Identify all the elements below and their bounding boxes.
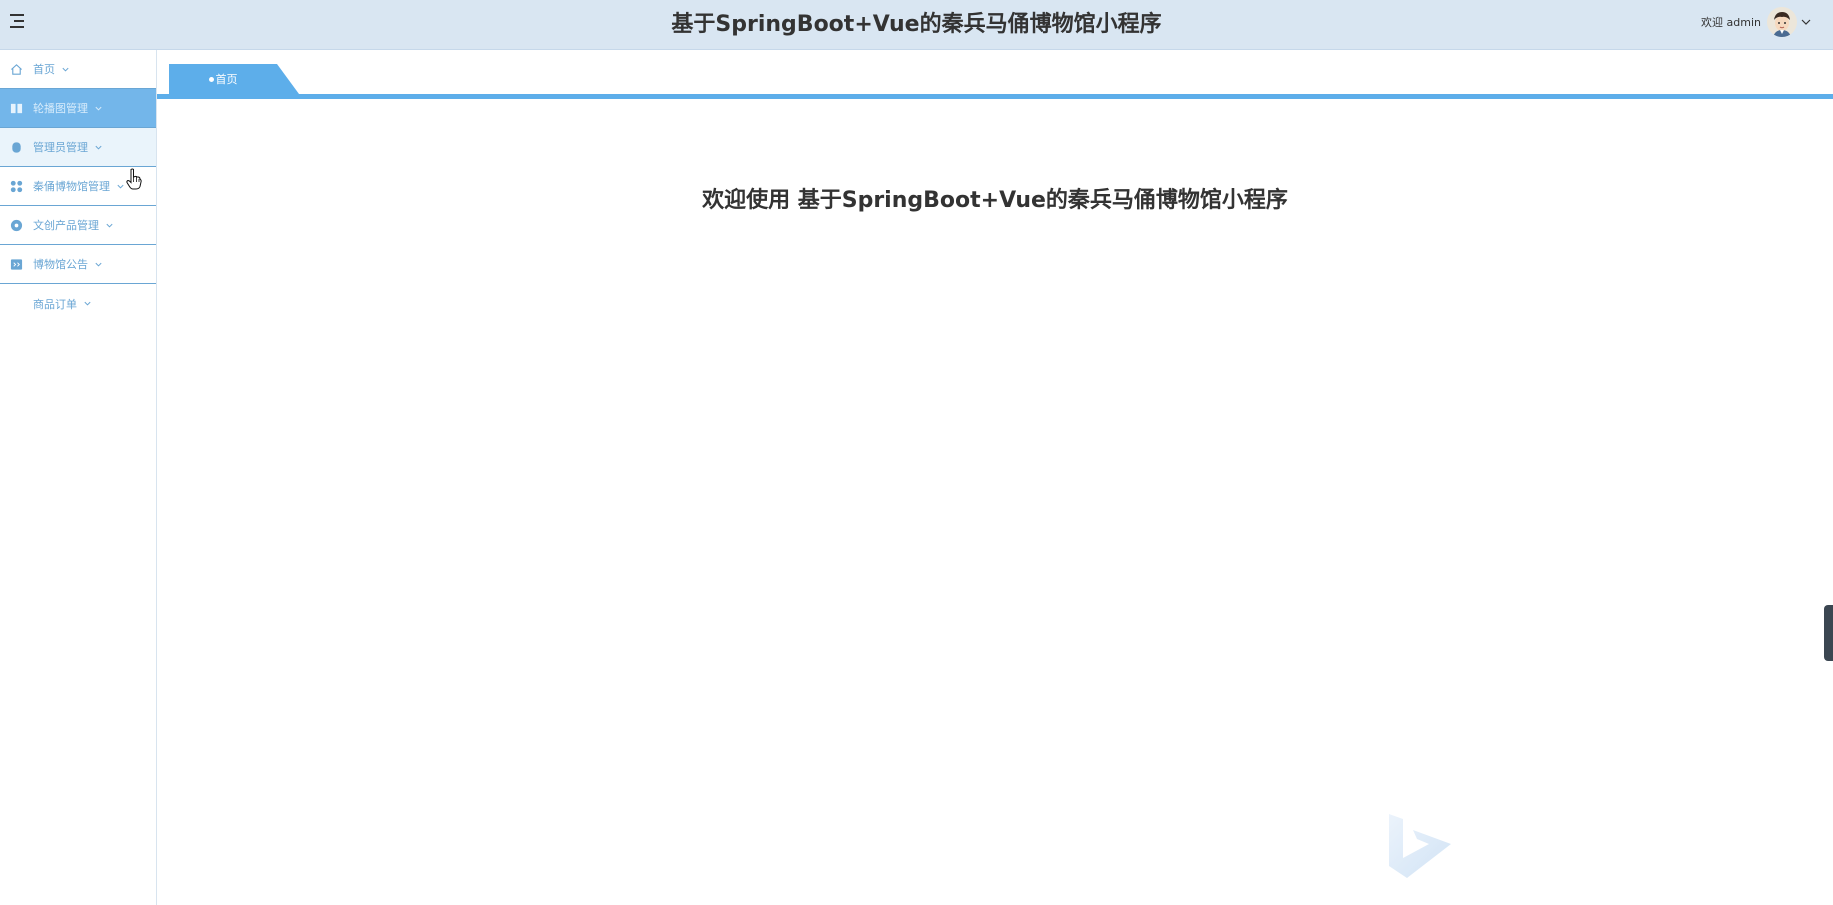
notice-icon <box>10 258 23 270</box>
main-content: 首页 欢迎使用 基于SpringBoot+Vue的秦兵马俑博物馆小程序 <box>157 50 1833 905</box>
bing-watermark-icon <box>1389 814 1451 878</box>
app-title: 基于SpringBoot+Vue的秦兵马俑博物馆小程序 <box>671 12 1162 37</box>
blank-icon <box>10 297 23 310</box>
sidebar-item-label: 管理员管理 <box>33 141 88 154</box>
active-dot-icon <box>208 76 214 82</box>
sidebar-item-label: 首页 <box>33 63 55 76</box>
top-bar: 基于SpringBoot+Vue的秦兵马俑博物馆小程序 欢迎 admin <box>0 0 1833 50</box>
tab-label: 首页 <box>215 73 238 86</box>
sidebar-item-label: 商品订单 <box>33 297 77 311</box>
chevron-down-icon <box>95 145 102 150</box>
sidebar-item-orders[interactable]: 商品订单 <box>0 284 156 323</box>
carousel-icon <box>10 103 23 113</box>
welcome-heading: 欢迎使用 基于SpringBoot+Vue的秦兵马俑博物馆小程序 <box>702 188 1288 213</box>
chevron-down-icon <box>117 184 124 189</box>
chevron-down-icon[interactable] <box>1801 17 1811 27</box>
sidebar-item-label: 秦俑博物馆管理 <box>33 180 110 193</box>
user-menu[interactable]: 欢迎 admin <box>1701 6 1811 38</box>
sidebar-item-label: 轮播图管理 <box>33 102 88 115</box>
chevron-down-icon <box>84 301 91 306</box>
admin-icon <box>12 141 21 153</box>
sidebar-item-carousel[interactable]: 轮播图管理 <box>0 89 156 128</box>
chevron-down-icon <box>95 262 102 267</box>
tab-home[interactable]: 首页 <box>169 64 299 94</box>
chevron-down-icon <box>95 106 102 111</box>
tab-strip: 首页 <box>157 50 1833 99</box>
sidebar-item-label: 文创产品管理 <box>33 219 99 232</box>
sidebar: 首页 轮播图管理 管理员管理 秦俑博物馆管理 文创产品管理 博物馆公告 商品订单 <box>0 50 157 905</box>
product-icon <box>10 219 23 231</box>
avatar[interactable] <box>1767 7 1797 37</box>
side-widget-handle[interactable] <box>1824 605 1833 661</box>
sidebar-item-admin[interactable]: 管理员管理 <box>0 128 156 167</box>
home-icon <box>11 63 22 75</box>
hand-cursor-icon <box>126 168 142 190</box>
sidebar-item-products[interactable]: 文创产品管理 <box>0 206 156 245</box>
sidebar-item-home[interactable]: 首页 <box>0 50 156 89</box>
welcome-user-text: 欢迎 admin <box>1701 16 1761 29</box>
grid-icon <box>10 180 23 192</box>
chevron-down-icon <box>106 223 113 228</box>
sidebar-item-label: 博物馆公告 <box>33 258 88 271</box>
chevron-down-icon <box>62 67 69 72</box>
sidebar-item-notice[interactable]: 博物馆公告 <box>0 245 156 284</box>
